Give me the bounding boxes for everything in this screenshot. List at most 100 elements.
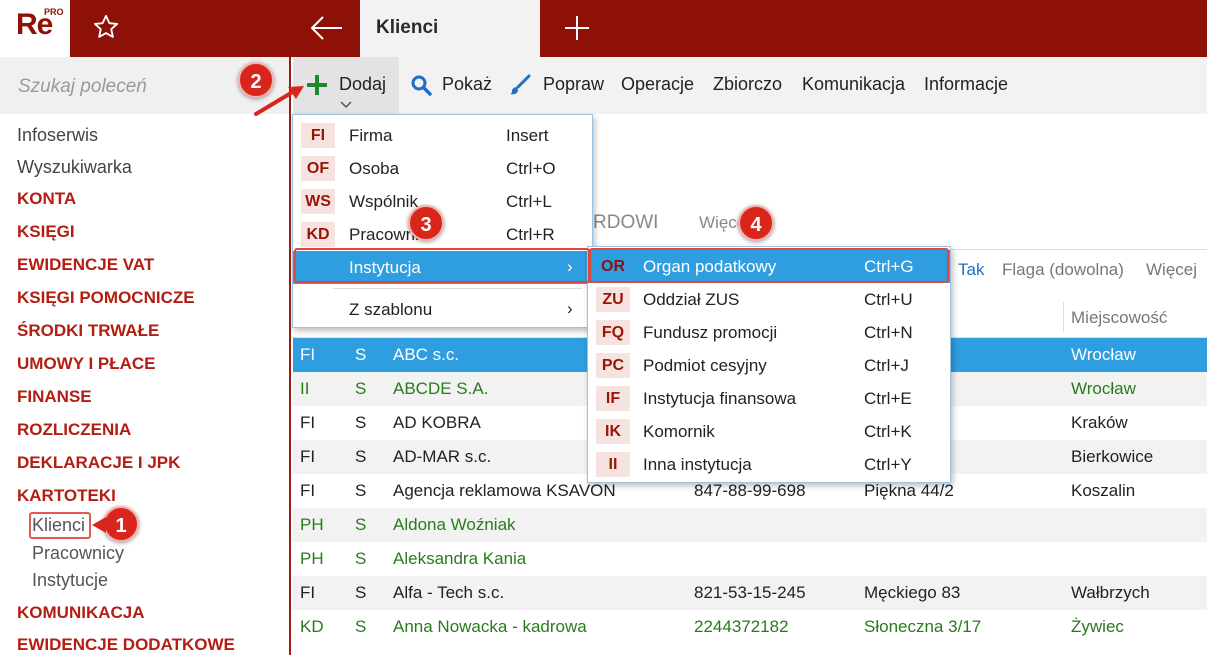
institution-menu-item-if[interactable]: IF Instytucja finansowa Ctrl+E [588, 382, 950, 415]
logo-badge: PRO [44, 7, 64, 17]
institution-menu-item-ii[interactable]: II Inna instytucja Ctrl+Y [588, 448, 950, 481]
table-row[interactable]: FI S Alfa - Tech s.c. 821-53-15-245 Męckiego… [293, 576, 1207, 610]
show-button[interactable]: Pokaż [442, 74, 492, 95]
sidebar-item-finanse[interactable]: FINANSE [17, 387, 92, 407]
search-placeholder: Szukaj poleceń [18, 76, 147, 97]
sidebar-item-środki-trwałe[interactable]: ŚRODKI TRWAŁE [17, 321, 159, 341]
cell-name: ABCDE S.A. [393, 379, 489, 398]
item-label: Wspólnik [349, 192, 418, 211]
add-menu-item-firma[interactable]: FI Firma Insert [293, 119, 592, 152]
table-row[interactable]: PH S Aldona Woźniak [293, 508, 1207, 542]
cell-nip: 2244372182 [694, 617, 789, 636]
item-label: Komornik [643, 422, 715, 441]
tab-klienci[interactable]: Klienci [360, 0, 540, 57]
back-arrow-icon[interactable] [308, 12, 344, 44]
edit-button[interactable]: Popraw [543, 74, 604, 95]
institution-menu-item-zu[interactable]: ZU Oddział ZUS Ctrl+U [588, 283, 950, 316]
filter-more[interactable]: Więcej [1146, 260, 1197, 280]
cell-name: Aleksandra Kania [393, 549, 527, 568]
item-label: Osoba [349, 159, 400, 178]
information-button[interactable]: Informacje [924, 74, 1008, 95]
sidebar-item-instytucje[interactable]: Instytucje [32, 570, 108, 591]
bulk-button[interactable]: Zbiorczo [713, 74, 782, 95]
cell-name: AD-MAR s.c. [393, 447, 492, 466]
filter-flag[interactable]: Flaga (dowolna) [1002, 260, 1124, 280]
sidebar-item-ewidencje-vat[interactable]: EWIDENCJE VAT [17, 255, 154, 275]
cell-s: S [355, 447, 367, 466]
cell-type: FI [300, 583, 316, 602]
item-label: Inna instytucja [643, 455, 752, 474]
add-menu-item-z-szablonu[interactable]: Z szablonu › [293, 293, 592, 326]
tab-title: Klienci [376, 17, 439, 38]
sidebar-item-umowy-i-płace[interactable]: UMOWY I PŁACE [17, 354, 156, 374]
tax-office-highlight [589, 248, 949, 283]
add-label: Dodaj [339, 74, 387, 94]
item-shortcut: Ctrl+R [506, 225, 555, 244]
cell-city: Wrocław [1071, 379, 1136, 398]
item-code: ZU [596, 287, 630, 312]
cell-nip: 847-88-99-698 [694, 481, 806, 500]
institution-menu-item-pc[interactable]: PC Podmiot cesyjny Ctrl+J [588, 349, 950, 382]
sidebar-item-pracownicy[interactable]: Pracownicy [32, 543, 124, 564]
cell-street: Słoneczna 3/17 [864, 617, 982, 636]
cell-type: FI [300, 481, 316, 500]
item-code: IK [596, 419, 630, 444]
column-city[interactable]: Miejscowość [1071, 308, 1167, 328]
add-menu-item-wspólnik[interactable]: WS Wspólnik Ctrl+L [293, 185, 592, 218]
toolbar: Dodaj Pokaż Popraw Operacje Zbiorczo Kom… [293, 57, 1207, 114]
sidebar-item-deklaracje-i-jpk[interactable]: DEKLARACJE I JPK [17, 453, 180, 473]
sidebar-item-księgi-pomocnicze[interactable]: KSIĘGI POMOCNICZE [17, 288, 195, 308]
cell-s: S [355, 515, 367, 534]
sidebar-item-wyszukiwarka[interactable]: Wyszukiwarka [17, 157, 132, 178]
item-code: PC [596, 353, 630, 378]
sidebar-item-rozliczenia[interactable]: ROZLICZENIA [17, 420, 131, 440]
callout-3: 3 [408, 205, 444, 241]
sidebar-item-infoserwis[interactable]: Infoserwis [17, 125, 98, 146]
item-label: Podmiot cesyjny [643, 356, 767, 375]
brush-icon [510, 74, 531, 95]
app-logo[interactable]: Re PRO [0, 0, 70, 57]
sidebar-item-ewidencje-dodatkowe[interactable]: EWIDENCJE DODATKOWE [17, 635, 235, 655]
filter-tak[interactable]: Tak [958, 260, 984, 280]
item-shortcut: Ctrl+J [864, 356, 909, 375]
cell-name: AD KOBRA [393, 413, 481, 432]
table-row[interactable]: KD S Anna Nowacka - kadrowa 2244372182 Słone… [293, 610, 1207, 644]
item-label: Fundusz promocji [643, 323, 778, 342]
cell-s: S [355, 549, 367, 568]
item-code: IF [596, 386, 630, 411]
cell-street: Męckiego 83 [864, 583, 961, 602]
cell-city: Bierkowice [1071, 447, 1154, 466]
sidebar-item-kartoteki[interactable]: KARTOTEKI [17, 486, 116, 506]
sidebar: Szukaj poleceń Infoserwis Wyszukiwarka KON… [0, 57, 291, 655]
cell-type: KD [300, 617, 324, 636]
sidebar-item-konta[interactable]: KONTA [17, 189, 76, 209]
cell-name: Aldona Woźniak [393, 515, 516, 534]
cell-type: PH [300, 549, 324, 568]
cell-s: S [355, 583, 367, 602]
tab-partial[interactable]: RDOWI [593, 212, 658, 234]
cell-type: FI [300, 447, 316, 466]
cell-nip: 821-53-15-245 [694, 583, 806, 602]
item-shortcut: Insert [506, 126, 549, 145]
cell-city: Wrocław [1071, 345, 1136, 364]
cell-city: Koszalin [1071, 481, 1136, 500]
item-shortcut: Ctrl+L [506, 192, 552, 211]
item-code: II [596, 452, 630, 477]
cell-name: Alfa - Tech s.c. [393, 583, 505, 602]
new-tab-plus-icon[interactable] [563, 14, 591, 42]
item-code: FI [301, 123, 335, 148]
operations-button[interactable]: Operacje [621, 74, 694, 95]
add-menu-item-osoba[interactable]: OF Osoba Ctrl+O [293, 152, 592, 185]
sidebar-item-komunikacja[interactable]: KOMUNIKACJA [17, 603, 145, 623]
cell-name: ABC s.c. [393, 345, 460, 364]
item-label: Z szablonu [349, 300, 433, 319]
institution-menu-item-ik[interactable]: IK Komornik Ctrl+K [588, 415, 950, 448]
item-shortcut: Ctrl+O [506, 159, 556, 178]
column-separator [1063, 302, 1064, 332]
communication-button[interactable]: Komunikacja [802, 74, 905, 95]
star-icon[interactable] [92, 13, 120, 41]
institution-menu-item-fq[interactable]: FQ Fundusz promocji Ctrl+N [588, 316, 950, 349]
item-code: FQ [596, 320, 630, 345]
sidebar-item-księgi[interactable]: KSIĘGI [17, 222, 75, 242]
table-row[interactable]: PH S Aleksandra Kania [293, 542, 1207, 576]
